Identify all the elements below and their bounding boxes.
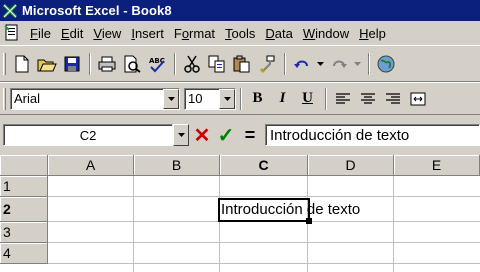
menu-help[interactable]: Help — [354, 26, 391, 41]
menu-help-accel: H — [359, 25, 369, 41]
name-box-value: C2 — [79, 127, 97, 143]
fill-handle[interactable] — [306, 218, 312, 224]
grid-line — [48, 196, 480, 197]
column-header-e[interactable]: E — [394, 155, 480, 176]
column-header-b[interactable]: B — [134, 155, 220, 176]
menu-window-label: indow — [315, 25, 350, 41]
menu-edit[interactable]: Edit — [56, 26, 88, 41]
font-name-value: Arial — [14, 91, 41, 106]
menu-tools-label: ools — [231, 25, 256, 41]
menu-data[interactable]: Data — [260, 26, 297, 41]
menu-edit-label: dit — [69, 25, 84, 41]
menu-edit-accel: E — [60, 25, 70, 41]
toolbar-separator — [325, 87, 327, 110]
font-size-value: 10 — [188, 91, 203, 106]
menu-tools[interactable]: Tools — [220, 26, 260, 41]
toolbar-separator — [368, 52, 370, 75]
paste-icon[interactable] — [230, 53, 253, 75]
copy-icon[interactable] — [205, 53, 228, 75]
document-icon[interactable] — [3, 24, 21, 42]
menu-window[interactable]: Window — [298, 26, 354, 41]
menu-file-label: ile — [37, 25, 51, 41]
chevron-down-icon[interactable] — [163, 88, 179, 109]
formula-input[interactable]: Introducción de texto — [265, 124, 480, 146]
enter-icon[interactable]: ✓ — [215, 124, 237, 147]
spelling-icon[interactable]: ABC — [145, 53, 168, 75]
edit-formula-button[interactable]: = — [239, 124, 261, 146]
grid-line — [393, 176, 394, 272]
bold-button[interactable]: B — [246, 88, 269, 110]
title-bar: Microsoft Excel - Book8 — [0, 0, 480, 21]
italic-button[interactable]: I — [271, 88, 294, 110]
align-left-icon[interactable] — [331, 88, 354, 110]
window-title: Microsoft Excel - Book8 — [22, 3, 172, 18]
toolbar-separator — [284, 52, 286, 75]
print-icon[interactable] — [95, 53, 118, 75]
align-center-icon[interactable] — [356, 88, 379, 110]
menu-file-accel: F — [30, 25, 38, 41]
print-preview-icon[interactable] — [120, 53, 143, 75]
row-header-3[interactable]: 3 — [0, 222, 48, 243]
select-all-corner[interactable] — [0, 155, 48, 176]
menu-insert-label: nsert — [134, 25, 164, 41]
redo-icon[interactable] — [327, 53, 350, 75]
menu-format-accel: o — [181, 25, 190, 41]
font-size-combobox[interactable]: 10 — [184, 87, 236, 110]
toolbar-separator — [240, 87, 242, 110]
grid-line — [48, 263, 480, 264]
menu-file[interactable]: File — [25, 26, 56, 41]
name-box[interactable]: C2 — [3, 124, 173, 146]
row-header-4[interactable]: 4 — [0, 243, 48, 264]
column-header-c[interactable]: C — [220, 155, 308, 176]
excel-icon[interactable] — [2, 3, 18, 19]
menu-window-accel: W — [302, 25, 316, 41]
formatting-toolbar: Arial 10 B I U — [0, 82, 480, 115]
grid-line — [219, 176, 220, 272]
chevron-down-icon[interactable] — [219, 88, 235, 109]
web-icon[interactable] — [374, 53, 397, 75]
menu-format[interactable]: Format — [169, 26, 220, 41]
menu-data-label: ata — [274, 25, 293, 41]
undo-dropdown-icon[interactable] — [315, 53, 325, 75]
column-header-d[interactable]: D — [308, 155, 394, 176]
menu-view[interactable]: View — [88, 26, 126, 41]
font-name-combobox[interactable]: Arial — [10, 87, 180, 110]
grid-line — [133, 176, 134, 272]
menu-help-label: elp — [368, 25, 386, 41]
column-header-a[interactable]: A — [48, 155, 134, 176]
row-header-2[interactable]: 2 — [0, 197, 48, 222]
menu-data-accel: D — [265, 25, 275, 41]
toolbar-separator — [174, 52, 176, 75]
grid-line — [48, 242, 480, 243]
menu-insert[interactable]: Insert — [126, 26, 169, 41]
undo-icon[interactable] — [290, 53, 313, 75]
formula-bar: C2 ✕ ✓ = Introducción de texto — [0, 115, 480, 155]
grid-line — [307, 176, 308, 272]
cut-icon[interactable] — [180, 53, 203, 75]
menu-bar: File Edit View Insert Format Tools Data … — [0, 21, 480, 45]
cancel-icon[interactable]: ✕ — [191, 124, 213, 147]
standard-toolbar: ABC — [0, 45, 480, 82]
toolbar-grip[interactable] — [3, 52, 6, 75]
menu-view-label: iew — [101, 25, 122, 41]
menu-format-pre: F — [173, 25, 182, 41]
toolbar-grip[interactable] — [3, 87, 6, 110]
chevron-down-icon[interactable] — [173, 124, 189, 146]
row-header-1[interactable]: 1 — [0, 176, 48, 197]
align-right-icon[interactable] — [381, 88, 404, 110]
open-icon[interactable] — [35, 53, 58, 75]
toolbar-separator — [89, 52, 91, 75]
merge-center-icon[interactable] — [406, 88, 429, 110]
format-painter-icon[interactable] — [255, 53, 278, 75]
new-icon[interactable] — [10, 53, 33, 75]
underline-button[interactable]: U — [296, 88, 319, 110]
save-icon[interactable] — [60, 53, 83, 75]
menu-format-label: rmat — [189, 25, 216, 41]
worksheet-grid[interactable]: A B C D E 1 2 3 4 Introducción de texto — [0, 155, 480, 272]
menu-view-accel: V — [93, 25, 102, 41]
redo-dropdown-icon[interactable] — [352, 53, 362, 75]
active-cell-c2[interactable] — [218, 198, 310, 222]
